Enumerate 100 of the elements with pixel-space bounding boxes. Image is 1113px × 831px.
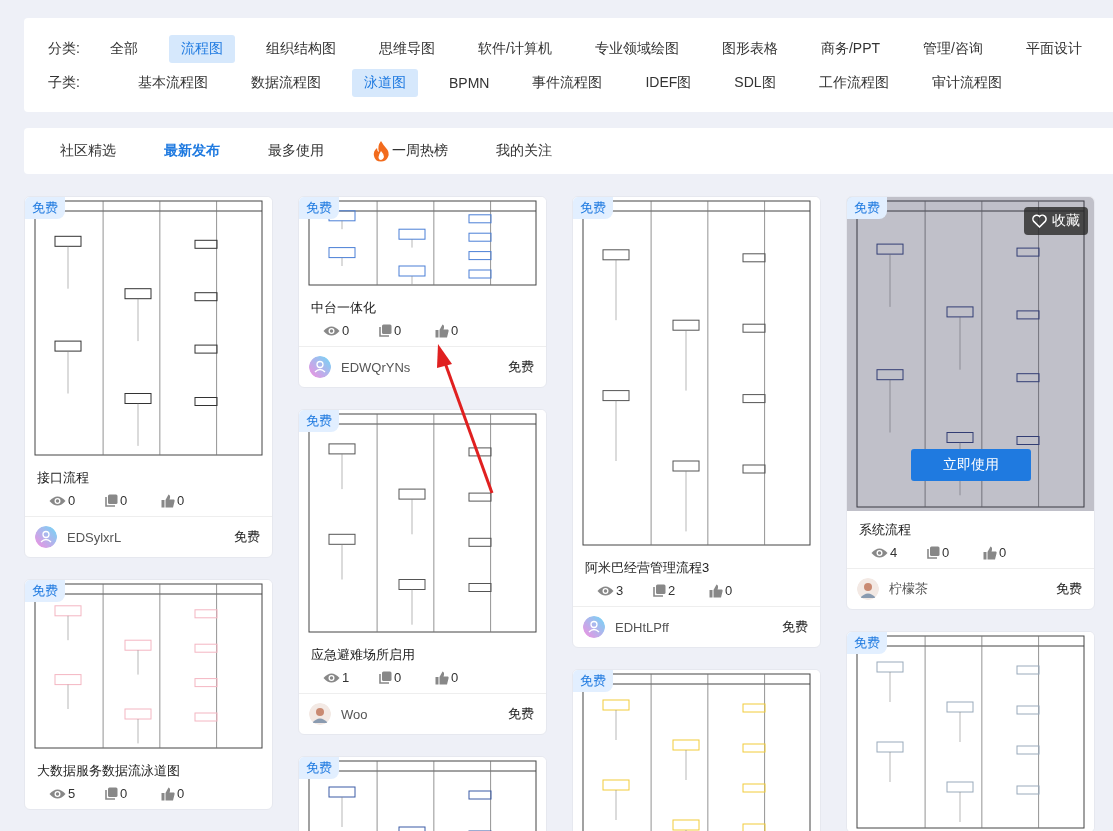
view-count: 0	[342, 323, 350, 338]
filter-option[interactable]: 组织结构图	[254, 35, 349, 63]
price-label: 免费	[508, 358, 534, 376]
filter-option[interactable]: 商务/PPT	[809, 35, 893, 63]
eye-icon	[323, 671, 340, 684]
eye-icon	[49, 494, 66, 507]
eye-icon	[871, 546, 888, 559]
thumbs-up-icon	[161, 493, 175, 508]
price-label: 免费	[782, 618, 808, 636]
template-title: 阿米巴经营管理流程3	[584, 559, 711, 577]
template-card[interactable]: 免费 接口流程 0 0 0 EDSylxrL 免费	[24, 196, 273, 558]
sort-tab[interactable]: 社区精选	[48, 142, 128, 160]
template-card[interactable]: 免费 阿米巴经营管理流程3 3 2 0 EDHtLPff 免费	[572, 196, 821, 648]
filter-option[interactable]: 审计流程图	[919, 69, 1014, 97]
price-label: 免费	[234, 528, 260, 546]
filter-option[interactable]: 专业领域绘图	[583, 35, 691, 63]
copy-icon	[653, 584, 666, 597]
free-badge: 免费	[573, 670, 613, 692]
copy-count: 0	[120, 786, 128, 801]
filter-option[interactable]: 事件流程图	[520, 69, 615, 97]
template-card[interactable]: 免费	[572, 669, 821, 831]
thumbs-up-icon	[161, 786, 175, 801]
filter-option[interactable]: 软件/计算机	[466, 35, 564, 63]
filter-option[interactable]: 图形表格	[710, 35, 790, 63]
free-badge: 免费	[25, 197, 65, 219]
view-count: 3	[616, 583, 624, 598]
sort-tab[interactable]: 我的关注	[484, 142, 564, 160]
heart-icon	[1032, 214, 1047, 228]
sort-tab[interactable]: 一周热榜	[360, 140, 460, 162]
filter-option[interactable]: BPMN	[437, 70, 502, 96]
free-badge: 免费	[573, 197, 613, 219]
filter-option[interactable]: 平面设计	[1014, 35, 1094, 63]
copy-count: 2	[668, 583, 676, 598]
price-label: 免费	[1056, 580, 1082, 598]
template-card[interactable]: 免费 中台一体化 0 0 0 EDWQrYNs 免费	[298, 196, 547, 388]
template-card[interactable]: 免费	[298, 756, 547, 831]
eye-icon	[49, 787, 66, 800]
user-avatar	[35, 526, 57, 548]
eye-icon	[597, 584, 614, 597]
filter-option[interactable]: 流程图	[169, 35, 236, 63]
thumbs-up-icon	[435, 670, 449, 685]
eye-icon	[323, 324, 340, 337]
copy-count: 0	[942, 545, 950, 560]
thumbs-up-icon	[983, 545, 997, 560]
filter-option[interactable]: SDL图	[722, 69, 788, 97]
copy-icon	[379, 324, 392, 337]
user-avatar	[309, 356, 331, 378]
fire-icon	[372, 140, 390, 162]
free-badge: 免费	[299, 757, 339, 779]
filter-option[interactable]: 数据流程图	[239, 69, 333, 97]
free-badge: 免费	[847, 632, 887, 654]
author-name: Woo	[341, 706, 369, 722]
free-badge: 免费	[847, 197, 887, 219]
like-count: 0	[999, 545, 1007, 560]
template-title: 系统流程	[858, 521, 912, 539]
free-badge: 免费	[299, 197, 339, 219]
template-title: 应急避难场所启用	[310, 646, 416, 664]
template-card[interactable]: 免费 大数据服务数据流泳道图 5 0 0	[24, 579, 273, 810]
favorite-button[interactable]: 收藏	[1024, 207, 1088, 235]
filter-option[interactable]: IDEF图	[633, 69, 704, 97]
view-count: 4	[890, 545, 898, 560]
copy-icon	[379, 671, 392, 684]
like-count: 0	[451, 323, 459, 338]
author-name: EDWQrYNs	[341, 359, 412, 375]
like-count: 0	[177, 786, 185, 801]
free-badge: 免费	[25, 580, 65, 602]
filter-option[interactable]: 思维导图	[367, 35, 448, 63]
like-count: 0	[451, 670, 459, 685]
filter-option[interactable]: 基本流程图	[126, 69, 220, 97]
use-template-button[interactable]: 立即使用	[911, 449, 1031, 481]
filter-label: 子类:	[48, 74, 81, 92]
view-count: 5	[68, 786, 76, 801]
copy-count: 0	[394, 670, 402, 685]
filter-label: 分类:	[48, 40, 81, 58]
view-count: 0	[68, 493, 76, 508]
copy-icon	[105, 787, 118, 800]
view-count: 1	[342, 670, 350, 685]
like-count: 0	[725, 583, 733, 598]
author-name: 柠檬茶	[889, 580, 929, 598]
thumbs-up-icon	[435, 323, 449, 338]
copy-count: 0	[120, 493, 128, 508]
template-title: 大数据服务数据流泳道图	[36, 762, 181, 780]
free-badge: 免费	[299, 410, 339, 432]
user-avatar	[857, 578, 879, 600]
sort-tab[interactable]: 最新发布	[152, 142, 232, 160]
sort-tab[interactable]: 最多使用	[256, 142, 336, 160]
filter-option[interactable]: 工作流程图	[806, 69, 901, 97]
template-title: 接口流程	[36, 469, 90, 487]
price-label: 免费	[508, 705, 534, 723]
author-name: EDHtLPff	[615, 619, 670, 635]
template-card[interactable]: 免费	[846, 631, 1095, 831]
filter-option[interactable]: 全部	[98, 35, 151, 63]
template-card[interactable]: 免费 应急避难场所启用 1 0 0 Woo 免费	[298, 409, 547, 735]
copy-icon	[105, 494, 118, 507]
like-count: 0	[177, 493, 185, 508]
template-card[interactable]: 收藏 立即使用 免费 系统流程 4 0 0 柠檬茶 免费	[846, 196, 1095, 610]
filter-option[interactable]: 泳道图	[352, 69, 418, 97]
filter-option[interactable]: 管理/咨询	[911, 35, 995, 63]
user-avatar	[309, 703, 331, 725]
template-title: 中台一体化	[310, 299, 377, 317]
